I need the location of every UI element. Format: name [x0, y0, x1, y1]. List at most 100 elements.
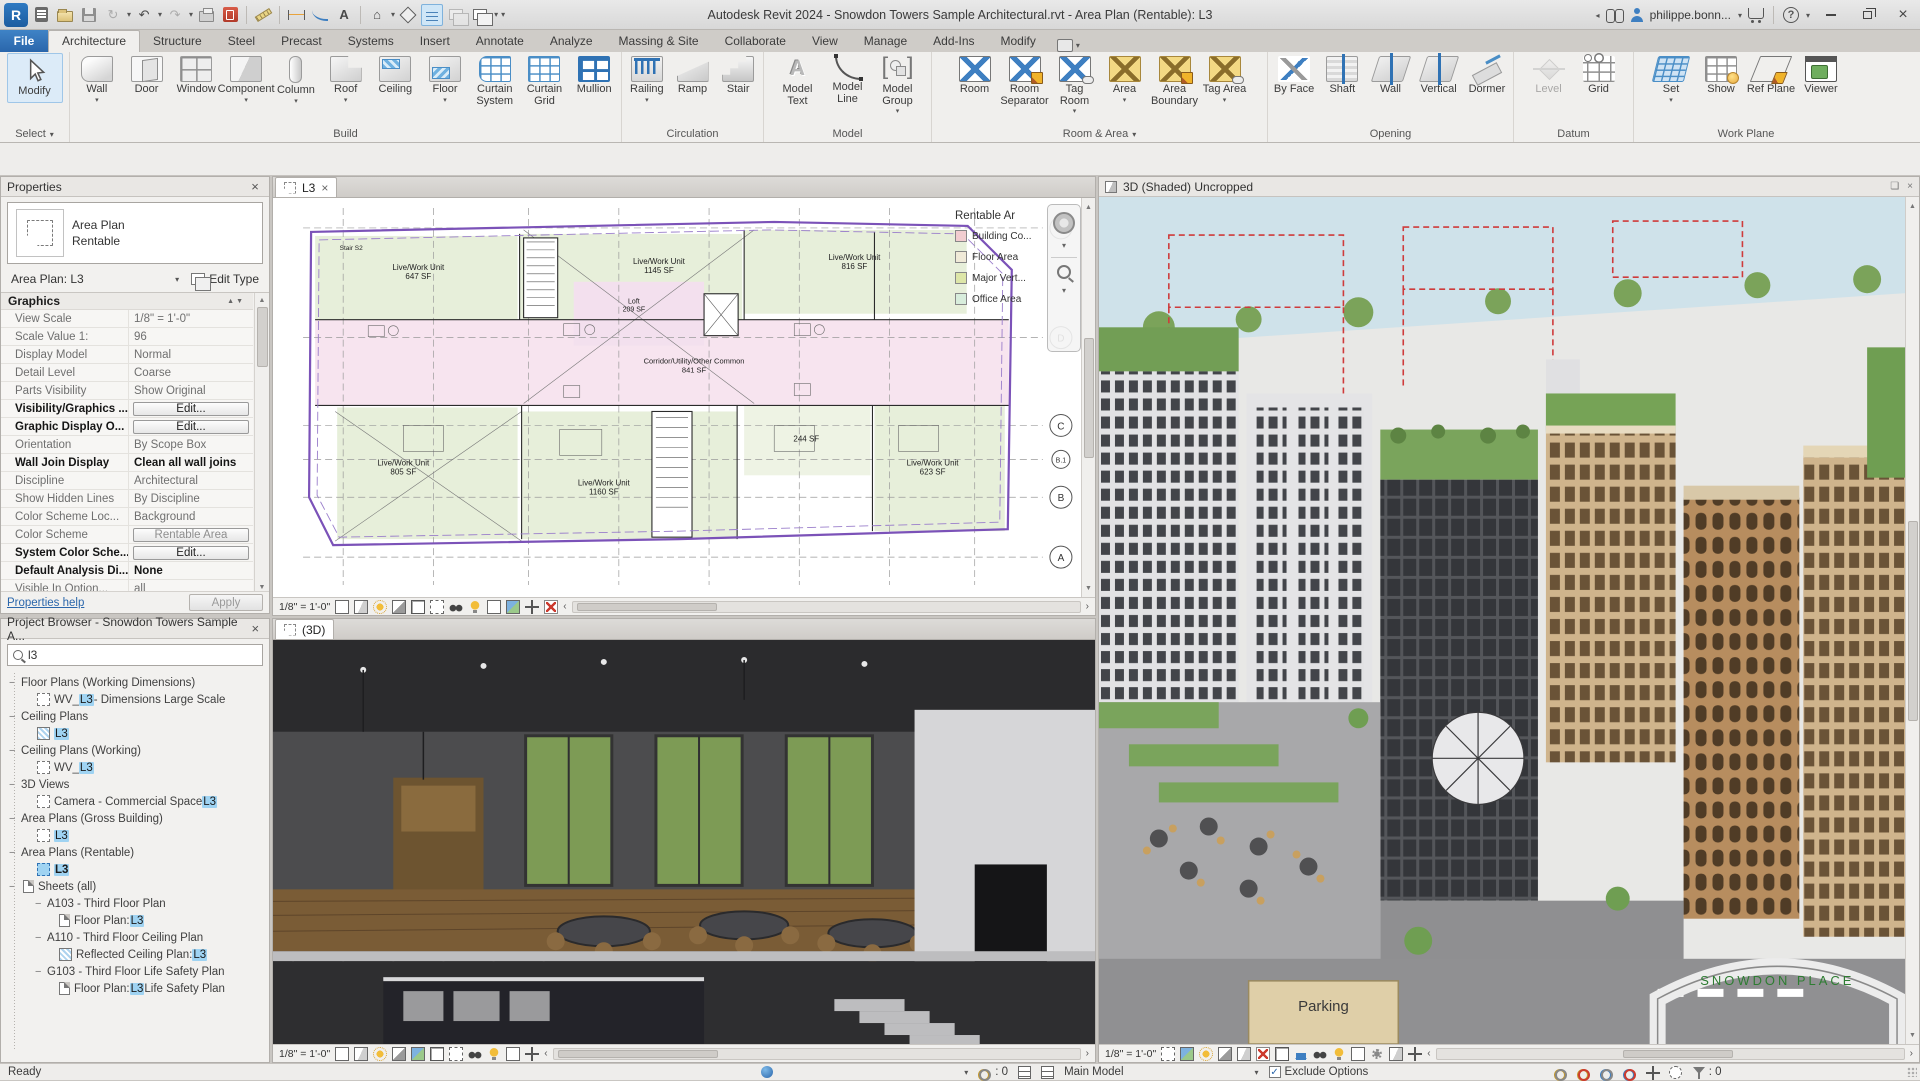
reveal-hidden-elements-icon[interactable]: [487, 1046, 502, 1061]
tree-item[interactable]: WV_ L3 - Dimensions Large Scale: [1, 691, 269, 708]
curtain-system-button[interactable]: Curtain System: [470, 53, 520, 107]
tab-add-ins[interactable]: Add-Ins: [920, 30, 987, 52]
restore-button[interactable]: [1852, 2, 1882, 28]
reveal-constraints-icon[interactable]: [544, 599, 559, 614]
tab-analyze[interactable]: Analyze: [537, 30, 606, 52]
shadows-icon[interactable]: [392, 1046, 407, 1061]
revit-logo[interactable]: R: [4, 2, 28, 27]
editable-only-toggle[interactable]: [1553, 1066, 1567, 1081]
tree-item[interactable]: Floor Plan: L3 Life Safety Plan: [1, 980, 269, 997]
edit-type-button[interactable]: Edit Type: [187, 269, 263, 291]
app-store-cart-icon[interactable]: [1747, 8, 1764, 23]
room-separator-button[interactable]: Room Separator: [1000, 53, 1050, 107]
tree-item[interactable]: − Area Plans (Gross Building): [1, 810, 269, 827]
user-menu-caret-icon[interactable]: ▾: [1738, 11, 1742, 20]
scale-label[interactable]: 1/8" = 1'-0": [279, 601, 330, 613]
detail-level-icon[interactable]: [335, 599, 350, 614]
visual-style-icon[interactable]: [1180, 1046, 1195, 1061]
tree-item[interactable]: L3: [1, 725, 269, 742]
tree-item[interactable]: WV_ L3: [1, 759, 269, 776]
mullion-button[interactable]: Mullion: [569, 53, 619, 96]
temporary-view-properties-icon[interactable]: [1351, 1046, 1366, 1061]
browser-search-box[interactable]: [7, 644, 263, 666]
scroll-right-icon[interactable]: ›: [1910, 1048, 1913, 1059]
tree-item[interactable]: − Ceiling Plans (Working): [1, 742, 269, 759]
show-crop-region-icon[interactable]: [449, 1046, 464, 1061]
temporary-view-properties-icon[interactable]: [506, 1046, 521, 1061]
collapse-bar-icon[interactable]: ‹: [563, 601, 566, 612]
aligned-dimension-icon[interactable]: [285, 4, 307, 26]
zoom-caret-icon[interactable]: ▾: [1062, 286, 1066, 295]
workset-list-icon[interactable]: [1041, 1065, 1055, 1079]
close-button[interactable]: ×: [1888, 2, 1918, 28]
graphics-section-header[interactable]: Graphics ▲▼: [1, 293, 253, 310]
tree-item[interactable]: − Area Plans (Rentable): [1, 844, 269, 861]
component-button[interactable]: Component ▾: [218, 53, 275, 104]
tree-item[interactable]: − Floor Plans (Working Dimensions): [1, 674, 269, 691]
element-selector[interactable]: Area Plan: L3 ▾: [7, 269, 183, 289]
measure-icon[interactable]: [252, 4, 274, 26]
door-button[interactable]: Door: [122, 53, 172, 96]
detail-level-icon[interactable]: [335, 1046, 350, 1061]
tree-item[interactable]: − A110 - Third Floor Ceiling Plan: [1, 929, 269, 946]
tab-manage[interactable]: Manage: [851, 30, 920, 52]
project-browser-close-icon[interactable]: ×: [248, 621, 263, 636]
visibility-graphics-edit-button[interactable]: Edit...: [133, 401, 249, 416]
temporary-hide-isolate-icon[interactable]: [1313, 1046, 1328, 1061]
type-selector[interactable]: Area Plan Rentable: [7, 202, 263, 264]
select-links-toggle[interactable]: [1576, 1066, 1590, 1081]
vertical-opening-button[interactable]: Vertical: [1415, 53, 1463, 96]
design-options-caret-icon[interactable]: ▾: [1254, 1068, 1259, 1077]
switch-windows-caret-icon[interactable]: ▾: [494, 10, 498, 19]
ribbon-display-toggle[interactable]: ▾: [1056, 39, 1080, 52]
undo-icon[interactable]: ↶: [133, 4, 155, 26]
tab-precast[interactable]: Precast: [268, 30, 335, 52]
wheel-caret-icon[interactable]: ▾: [1062, 241, 1066, 250]
collapse-bar-icon[interactable]: ‹: [544, 1048, 547, 1059]
temporary-hide-isolate-icon[interactable]: [468, 1046, 483, 1061]
modify-button[interactable]: Modify: [6, 53, 63, 103]
room-button[interactable]: Room: [950, 53, 1000, 96]
help-icon[interactable]: ?: [1782, 7, 1799, 23]
tree-item[interactable]: Reflected Ceiling Plan: L3: [1, 946, 269, 963]
view-tab-l3[interactable]: L3 ×: [275, 177, 338, 197]
tab-steel[interactable]: Steel: [215, 30, 268, 52]
system-color-schemes-edit-button[interactable]: Edit...: [133, 545, 249, 560]
model-text-button[interactable]: Model Text: [773, 53, 823, 107]
close-view-icon[interactable]: ×: [1907, 181, 1913, 192]
select-pinned-toggle[interactable]: [1622, 1066, 1636, 1081]
plan-horizontal-scrollbar[interactable]: [571, 600, 1081, 613]
shadows-icon[interactable]: [1218, 1046, 1233, 1061]
show-crop-region-icon[interactable]: [430, 599, 445, 614]
apply-button[interactable]: Apply: [189, 594, 263, 611]
plan-viewport[interactable]: E D C B.1 B A Live/Work Unit647 SF Live/…: [273, 198, 1095, 597]
tag-room-button[interactable]: Tag Room ▾: [1050, 53, 1100, 115]
undo-caret-icon[interactable]: ▾: [158, 10, 162, 19]
background-processes-icon[interactable]: [761, 1066, 774, 1078]
help-caret-icon[interactable]: ▾: [1806, 11, 1810, 20]
rendering-dialog-icon[interactable]: [1237, 1046, 1252, 1061]
exterior-horizontal-scrollbar[interactable]: [1435, 1047, 1905, 1060]
crop-view-icon[interactable]: [430, 1046, 445, 1061]
scale-label[interactable]: 1/8" = 1'-0": [1105, 1048, 1156, 1060]
tab-massing-site[interactable]: Massing & Site: [606, 30, 712, 52]
shaft-opening-button[interactable]: Shaft: [1318, 53, 1366, 96]
show-crop-region-icon[interactable]: [1275, 1046, 1290, 1061]
default-3d-view-icon[interactable]: ⌂: [366, 4, 388, 26]
model-line-button[interactable]: Model Line: [823, 53, 873, 105]
shadows-icon[interactable]: [392, 599, 407, 614]
file-icon[interactable]: [30, 4, 52, 26]
signed-in-user[interactable]: philippe.bonn...: [1650, 8, 1731, 22]
tree-item-active-view[interactable]: L3: [1, 861, 269, 878]
worksets-caret-icon[interactable]: ▾: [963, 1068, 968, 1077]
stair-button[interactable]: Stair: [715, 53, 761, 96]
exclude-options-checkbox[interactable]: ✓ Exclude Options: [1268, 1066, 1368, 1078]
graphic-display-edit-button[interactable]: Edit...: [133, 419, 249, 434]
wall-button[interactable]: Wall ▾: [72, 53, 122, 104]
restore-view-icon[interactable]: ❏: [1890, 181, 1899, 192]
properties-scrollbar[interactable]: ▲ ▼: [254, 293, 269, 594]
selection-box-toggle[interactable]: [1668, 1065, 1682, 1079]
tag-area-button[interactable]: Tag Area ▾: [1200, 53, 1250, 104]
ref-plane-button[interactable]: Ref Plane: [1746, 53, 1796, 96]
opening-by-face-button[interactable]: By Face: [1270, 53, 1318, 96]
